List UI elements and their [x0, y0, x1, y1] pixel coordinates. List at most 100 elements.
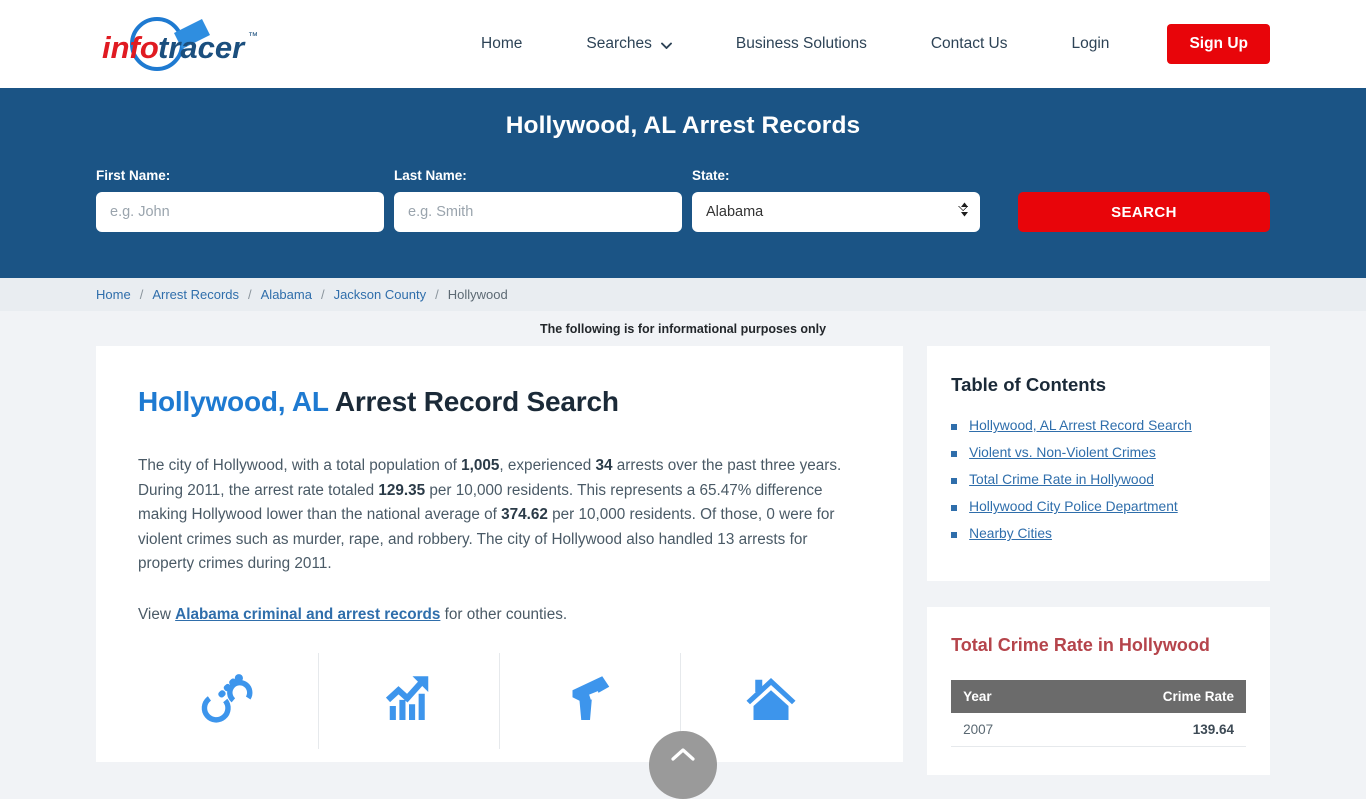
svg-text:info: info — [102, 30, 159, 65]
stat-value: 129.35 — [378, 481, 426, 499]
toc-link[interactable]: Nearby Cities — [969, 526, 1052, 541]
crime-rate-table: Year Crime Rate 2007 139.64 — [951, 680, 1246, 747]
breadcrumb-item-alabama[interactable]: Alabama — [261, 287, 312, 302]
chevron-down-icon — [660, 42, 672, 49]
view-prefix: View — [138, 605, 176, 623]
heading-city: Hollywood — [138, 386, 278, 417]
column-header-crime-rate: Crime Rate — [1057, 680, 1246, 713]
toc-link[interactable]: Hollywood City Police Department — [969, 499, 1178, 514]
heading-state: AL — [291, 386, 329, 417]
nav-item-business-solutions[interactable]: Business Solutions — [704, 35, 899, 53]
breadcrumb: Home / Arrest Records / Alabama / Jackso… — [0, 278, 1366, 311]
list-item[interactable]: Violent vs. Non-Violent Crimes — [951, 445, 1246, 460]
bullet-icon — [951, 505, 958, 511]
toc-title: Table of Contents — [951, 374, 1106, 395]
table-row: 2007 139.64 — [951, 713, 1246, 747]
list-item[interactable]: Nearby Cities — [951, 526, 1246, 541]
search-button[interactable]: SEARCH — [1018, 192, 1270, 232]
nav-label: Contact Us — [930, 35, 1008, 52]
handcuffs-icon — [199, 670, 257, 733]
scroll-to-top-button[interactable] — [649, 731, 717, 799]
page-title: Hollywood, AL Arrest Records — [505, 112, 861, 139]
last-name-label: Last Name: — [394, 168, 467, 183]
list-item[interactable]: Hollywood City Police Department — [951, 499, 1246, 514]
breadcrumb-item-hollywood: Hollywood — [447, 287, 508, 302]
stat-value: 374.62 — [501, 506, 548, 523]
category-weapon[interactable] — [500, 653, 682, 749]
informational-notice: The following is for informational purpo… — [0, 311, 1366, 346]
category-handcuffs[interactable] — [138, 653, 320, 749]
logo-graphic: info tracer ™ — [102, 17, 258, 71]
chevron-up-icon — [671, 747, 695, 761]
bullet-icon — [951, 478, 958, 484]
sign-up-button[interactable]: Sign Up — [1167, 24, 1270, 64]
nav-item-home[interactable]: Home — [481, 35, 554, 53]
breadcrumb-separator: / — [435, 287, 439, 302]
sign-up-label: Sign Up — [1189, 35, 1248, 52]
toc-list: Hollywood, AL Arrest Record Search Viole… — [951, 418, 1246, 541]
view-more-paragraph: View Alabama criminal and arrest records… — [138, 603, 861, 628]
toc-link[interactable]: Hollywood, AL Arrest Record Search — [969, 418, 1192, 433]
nav-label: Login — [1071, 35, 1110, 52]
state-field-group: State: Alabama — [692, 168, 980, 232]
last-name-field-group: Last Name: — [394, 168, 682, 232]
infotracer-logo[interactable]: info tracer ™ — [96, 9, 296, 79]
handgun-icon — [562, 671, 618, 732]
table-header-row: Year Crime Rate — [951, 680, 1246, 713]
cell-year: 2007 — [951, 713, 1058, 747]
first-name-field-group: First Name: — [96, 168, 384, 232]
main-content-card: Hollywood, AL Arrest Record Search The c… — [96, 346, 904, 762]
breadcrumb-separator: / — [139, 287, 144, 302]
breadcrumb-item-arrest-records[interactable]: Arrest Records — [152, 287, 239, 302]
list-item[interactable]: Hollywood, AL Arrest Record Search — [951, 418, 1246, 433]
growth-chart-icon — [381, 671, 437, 732]
bullet-icon — [951, 451, 958, 457]
heading-rest: Arrest Record Search — [328, 386, 619, 417]
state-label: State: — [692, 168, 730, 183]
nav-label: Home — [481, 35, 523, 52]
column-header-year: Year — [951, 680, 1058, 713]
breadcrumb-separator: / — [248, 287, 252, 302]
alabama-records-link[interactable]: Alabama criminal and arrest records — [175, 606, 440, 623]
paragraph-text: The city of Hollywood, with a total popu… — [138, 457, 462, 474]
bullet-icon — [951, 424, 958, 430]
sidebar: Table of Contents Hollywood, AL Arrest R… — [927, 346, 1270, 799]
summary-paragraph: The city of Hollywood, with a total popu… — [138, 454, 861, 577]
first-name-label: First Name: — [96, 168, 171, 183]
article-heading: Hollywood, AL Arrest Record Search — [138, 386, 861, 418]
crime-rate-card: Total Crime Rate in Hollywood Year Crime… — [927, 607, 1270, 775]
list-item[interactable]: Total Crime Rate in Hollywood — [951, 472, 1246, 487]
crime-rate-title: Total Crime Rate in Hollywood — [951, 635, 1210, 655]
svg-text:tracer: tracer — [158, 30, 246, 65]
category-property[interactable] — [681, 653, 861, 749]
nav-label: Searches — [586, 35, 652, 52]
svg-text:™: ™ — [248, 31, 258, 42]
heading-comma: , — [277, 386, 292, 417]
breadcrumb-separator: / — [320, 287, 325, 302]
last-name-input[interactable] — [394, 192, 682, 232]
site-header: info tracer ™ Home Searches Business Sol… — [0, 0, 1366, 88]
toc-link[interactable]: Violent vs. Non-Violent Crimes — [969, 445, 1156, 460]
search-form: First Name: Last Name: State: Alabama — [96, 168, 1270, 232]
breadcrumb-item-home[interactable]: Home — [96, 287, 131, 302]
stat-value: 1,005 — [461, 457, 500, 474]
house-icon — [743, 671, 799, 732]
view-suffix: for other counties. — [440, 605, 568, 623]
first-name-input[interactable] — [96, 192, 384, 232]
cell-crime-rate: 139.64 — [1057, 713, 1246, 747]
paragraph-text: , experienced — [499, 457, 596, 474]
breadcrumb-item-jackson-county[interactable]: Jackson County — [334, 287, 427, 302]
category-icon-strip — [138, 653, 861, 749]
hero-search-band: Hollywood, AL Arrest Records First Name:… — [0, 88, 1366, 278]
nav-item-searches[interactable]: Searches — [554, 35, 703, 53]
toc-link[interactable]: Total Crime Rate in Hollywood — [969, 472, 1154, 487]
nav-item-login[interactable]: Login — [1040, 35, 1142, 53]
table-of-contents-card: Table of Contents Hollywood, AL Arrest R… — [927, 346, 1270, 581]
state-select[interactable]: Alabama — [692, 192, 980, 232]
stat-value: 34 — [595, 457, 613, 474]
nav-item-contact-us[interactable]: Contact Us — [899, 35, 1040, 53]
category-crime-trend[interactable] — [319, 653, 501, 749]
bullet-icon — [951, 532, 958, 538]
main-navigation: Home Searches Business Solutions Contact… — [481, 24, 1270, 64]
nav-label: Business Solutions — [735, 35, 867, 52]
